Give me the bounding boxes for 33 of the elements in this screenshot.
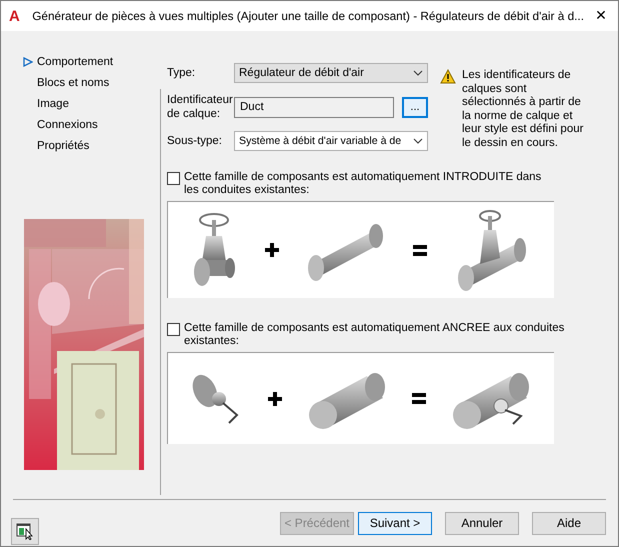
- equals-icon: [412, 393, 426, 404]
- subtype-label: Sous-type:: [167, 134, 223, 148]
- close-button[interactable]: ✕: [584, 1, 618, 31]
- browse-button[interactable]: ...: [402, 96, 428, 118]
- app-logo: A: [9, 8, 21, 24]
- chevron-icon: [413, 138, 423, 144]
- nav-item[interactable]: Propriétés: [23, 139, 160, 153]
- type-dropdown[interactable]: Régulateur de débit d'air: [234, 63, 428, 83]
- nav-item[interactable]: Comportement: [23, 55, 160, 69]
- window-cursor-icon: [16, 522, 34, 540]
- window-icon-button[interactable]: [11, 518, 39, 544]
- plus-icon: [268, 392, 282, 406]
- layer-field[interactable]: Duct: [234, 96, 394, 118]
- nav-item[interactable]: Image: [23, 97, 160, 111]
- wizard-button[interactable]: Aide: [532, 512, 606, 534]
- checkbox[interactable]: [167, 323, 180, 336]
- option-label: Cette famille de composants est automatiquement ANCREE aux conduites existantes:: [184, 322, 566, 348]
- nav-item[interactable]: Connexions: [23, 118, 160, 132]
- option-label: Cette famille de composants est automatiquement INTRODUITE dans les conduites existantes:: [184, 171, 542, 197]
- checkbox[interactable]: [167, 172, 180, 185]
- layer-note: Les identificateurs de calques sont sélectionnés à partir de la norme de calque et leur style est défini pour le dessin en cours.: [462, 69, 584, 150]
- window-title: Générateur de pièces à vues multiples (Ajouter une taille de composant) - Régulateurs de débit d'air à d...: [32, 9, 584, 23]
- nav-item[interactable]: Blocs et noms: [23, 76, 160, 90]
- triangle-icon: [23, 57, 33, 67]
- layer-label: Identificateur de calque:: [167, 93, 234, 121]
- plus-icon: [264, 243, 279, 257]
- chevron-icon: [413, 70, 423, 76]
- wizard-button[interactable]: Suivant >: [358, 512, 432, 534]
- wizard-button[interactable]: Annuler: [445, 512, 519, 534]
- type-label: Type:: [167, 66, 196, 80]
- equals-icon: [413, 244, 428, 256]
- warning-icon: [440, 69, 456, 84]
- subtype-dropdown[interactable]: Système à débit d'air variable à de: [234, 131, 428, 151]
